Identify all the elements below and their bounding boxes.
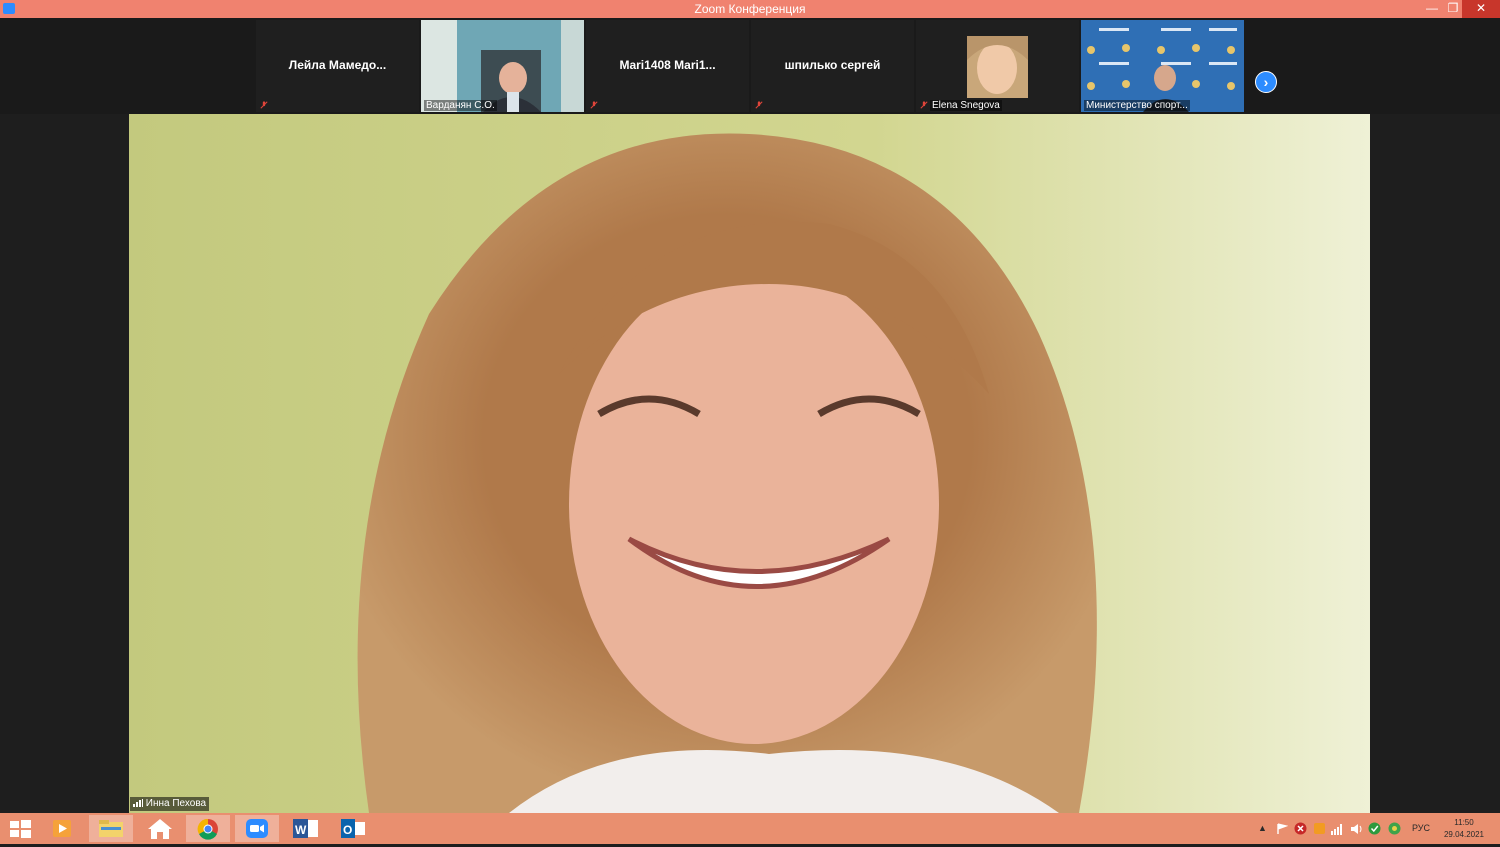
svg-text:W: W	[295, 823, 307, 837]
chevron-right-icon: ›	[1263, 74, 1269, 90]
sync-icon[interactable]	[1388, 822, 1402, 835]
volume-icon[interactable]	[1350, 823, 1363, 835]
window-title: Zoom Конференция	[694, 2, 806, 16]
antivirus-icon[interactable]	[1294, 822, 1307, 835]
chrome-icon	[197, 818, 218, 840]
zoom-taskbar-button[interactable]	[235, 815, 279, 842]
chrome-taskbar-button[interactable]	[186, 815, 230, 842]
close-button[interactable]: ✕	[1462, 0, 1500, 18]
participant-video-tile[interactable]: Варданян С.О.	[421, 20, 584, 112]
participant-strip: Лейла Мамедо... Варданян С.О. Mari1408 M…	[0, 18, 1500, 114]
muted-mic-icon	[755, 101, 763, 109]
outlook-taskbar-button[interactable]: O	[331, 815, 375, 842]
participant-name: Лейла Мамедо...	[288, 58, 387, 72]
security-check-icon[interactable]	[1368, 822, 1382, 835]
participant-video	[1081, 20, 1244, 112]
participant-video-tile[interactable]: Elena Snegova	[916, 20, 1079, 112]
taskbar: W O ▲ РУС 11:50 29.04.2021	[0, 813, 1500, 844]
windows-start-icon	[10, 820, 31, 838]
media-player-taskbar-button[interactable]	[40, 815, 84, 842]
word-icon: W	[293, 819, 318, 838]
participant-tile[interactable]: Лейла Мамедо...	[256, 20, 419, 112]
flag-icon[interactable]	[1276, 823, 1288, 835]
participant-label: Варданян С.О.	[424, 100, 497, 111]
home-icon	[148, 819, 172, 839]
active-speaker-video: Инна Пехова	[129, 114, 1370, 813]
network-signal-icon[interactable]	[1331, 823, 1344, 835]
participant-tile[interactable]: шпилько сергей	[751, 20, 914, 112]
participant-tile[interactable]: Mari1408 Mari1...	[586, 20, 749, 112]
muted-mic-icon	[590, 101, 598, 109]
signal-bars-icon	[133, 799, 143, 810]
participant-label: Elena Snegova	[930, 100, 1002, 111]
clock-time: 11:50	[1454, 818, 1474, 827]
participant-video	[421, 20, 584, 112]
muted-mic-icon	[920, 101, 928, 109]
language-indicator[interactable]: РУС	[1412, 813, 1430, 844]
muted-mic-icon	[260, 101, 268, 109]
participant-avatar-photo	[916, 20, 1079, 112]
home-taskbar-button[interactable]	[138, 815, 182, 842]
zoom-icon	[246, 819, 268, 838]
media-player-icon	[53, 820, 71, 837]
start-button[interactable]	[0, 815, 44, 842]
title-bar: Zoom Конференция — ❐ ✕	[0, 0, 1500, 18]
restore-button[interactable]: ❐	[1444, 0, 1462, 18]
next-page-button[interactable]: ›	[1255, 71, 1277, 93]
active-speaker-label: Инна Пехова	[130, 797, 210, 811]
participant-video-tile[interactable]: Министерство спорт...	[1081, 20, 1244, 112]
show-hidden-icons-button[interactable]: ▲	[1258, 813, 1267, 844]
participant-label: Министерство спорт...	[1084, 100, 1190, 111]
participant-name: Mari1408 Mari1...	[619, 58, 716, 72]
outlook-icon: O	[341, 819, 365, 838]
folder-icon	[99, 820, 123, 837]
update-icon[interactable]	[1313, 822, 1326, 835]
participant-name: шпилько сергей	[784, 58, 881, 72]
clock[interactable]: 11:50 29.04.2021	[1436, 817, 1492, 841]
minimize-button[interactable]: —	[1420, 0, 1444, 18]
speaker-video-frame	[129, 114, 1370, 813]
speaker-name: Инна Пехова	[145, 798, 207, 809]
file-explorer-taskbar-button[interactable]	[89, 815, 133, 842]
word-taskbar-button[interactable]: W	[284, 815, 328, 842]
svg-text:O: O	[343, 823, 352, 837]
clock-date: 29.04.2021	[1443, 830, 1485, 839]
